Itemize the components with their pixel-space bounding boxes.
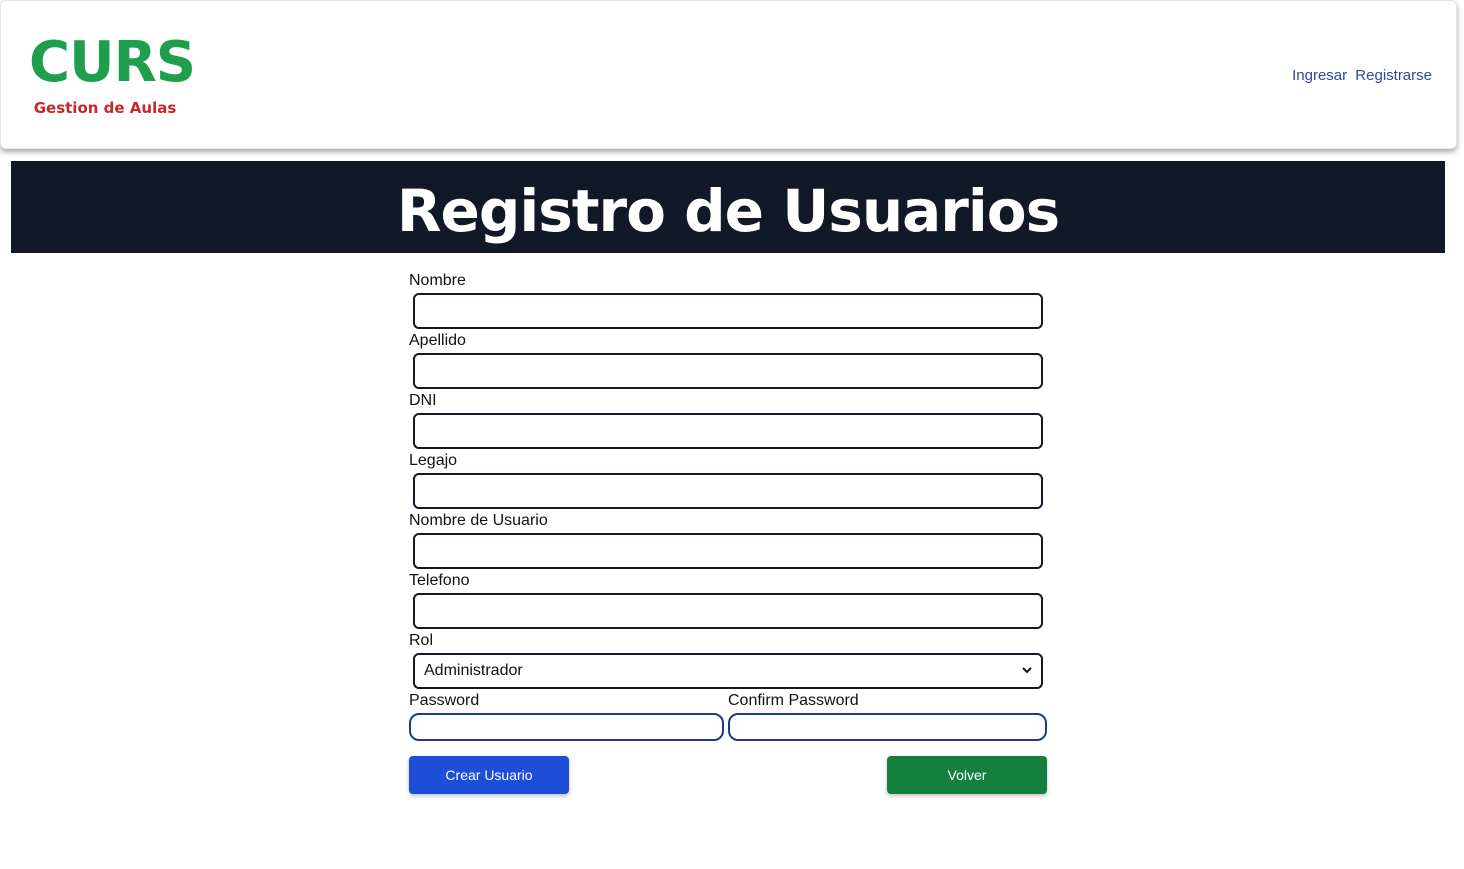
- rol-select[interactable]: Administrador: [413, 653, 1043, 689]
- user-registration-form: Nombre Apellido DNI Legajo Nombre de Usu…: [409, 271, 1049, 794]
- confirm-password-field-group: Confirm Password: [728, 691, 1047, 741]
- confirm-password-input[interactable]: [728, 713, 1047, 741]
- telefono-field-group: Telefono: [409, 571, 1049, 631]
- logo-title: CURS: [29, 30, 196, 95]
- dni-input[interactable]: [413, 413, 1043, 449]
- page-banner: Registro de Usuarios: [11, 161, 1445, 253]
- username-label: Nombre de Usuario: [409, 512, 548, 529]
- legajo-label: Legajo: [409, 452, 458, 469]
- chevron-down-icon: [1022, 667, 1032, 674]
- apellido-field-group: Apellido: [409, 331, 1049, 391]
- dni-field-group: DNI: [409, 391, 1049, 451]
- app-header: CURS Gestion de Aulas Ingresar Registrar…: [0, 0, 1457, 149]
- nombre-field-group: Nombre: [409, 271, 1049, 331]
- page-title: Registro de Usuarios: [396, 177, 1060, 245]
- username-field-group: Nombre de Usuario: [409, 511, 1049, 571]
- logo[interactable]: CURS Gestion de Aulas: [29, 30, 196, 118]
- login-link[interactable]: Ingresar: [1292, 67, 1347, 84]
- rol-field-group: Rol Administrador: [409, 631, 1049, 691]
- legajo-field-group: Legajo: [409, 451, 1049, 511]
- password-label: Password: [409, 692, 480, 709]
- password-input[interactable]: [409, 713, 724, 741]
- rol-selected-option: Administrador: [424, 662, 523, 679]
- apellido-input[interactable]: [413, 353, 1043, 389]
- register-link[interactable]: Registrarse: [1355, 67, 1432, 84]
- username-input[interactable]: [413, 533, 1043, 569]
- telefono-input[interactable]: [413, 593, 1043, 629]
- telefono-label: Telefono: [409, 572, 470, 589]
- back-button[interactable]: Volver: [887, 756, 1047, 794]
- create-user-button[interactable]: Crear Usuario: [409, 756, 569, 794]
- nombre-label: Nombre: [409, 272, 466, 289]
- legajo-input[interactable]: [413, 473, 1043, 509]
- rol-select-value[interactable]: Administrador: [413, 653, 1043, 689]
- password-row: Password Confirm Password: [409, 691, 1049, 749]
- dni-label: DNI: [409, 392, 437, 409]
- top-nav: Ingresar Registrarse: [1292, 67, 1432, 84]
- nombre-input[interactable]: [413, 293, 1043, 329]
- apellido-label: Apellido: [409, 332, 466, 349]
- logo-subtitle: Gestion de Aulas: [33, 99, 177, 117]
- confirm-password-label: Confirm Password: [728, 692, 859, 709]
- rol-label: Rol: [409, 632, 434, 649]
- password-field-group: Password: [409, 691, 724, 741]
